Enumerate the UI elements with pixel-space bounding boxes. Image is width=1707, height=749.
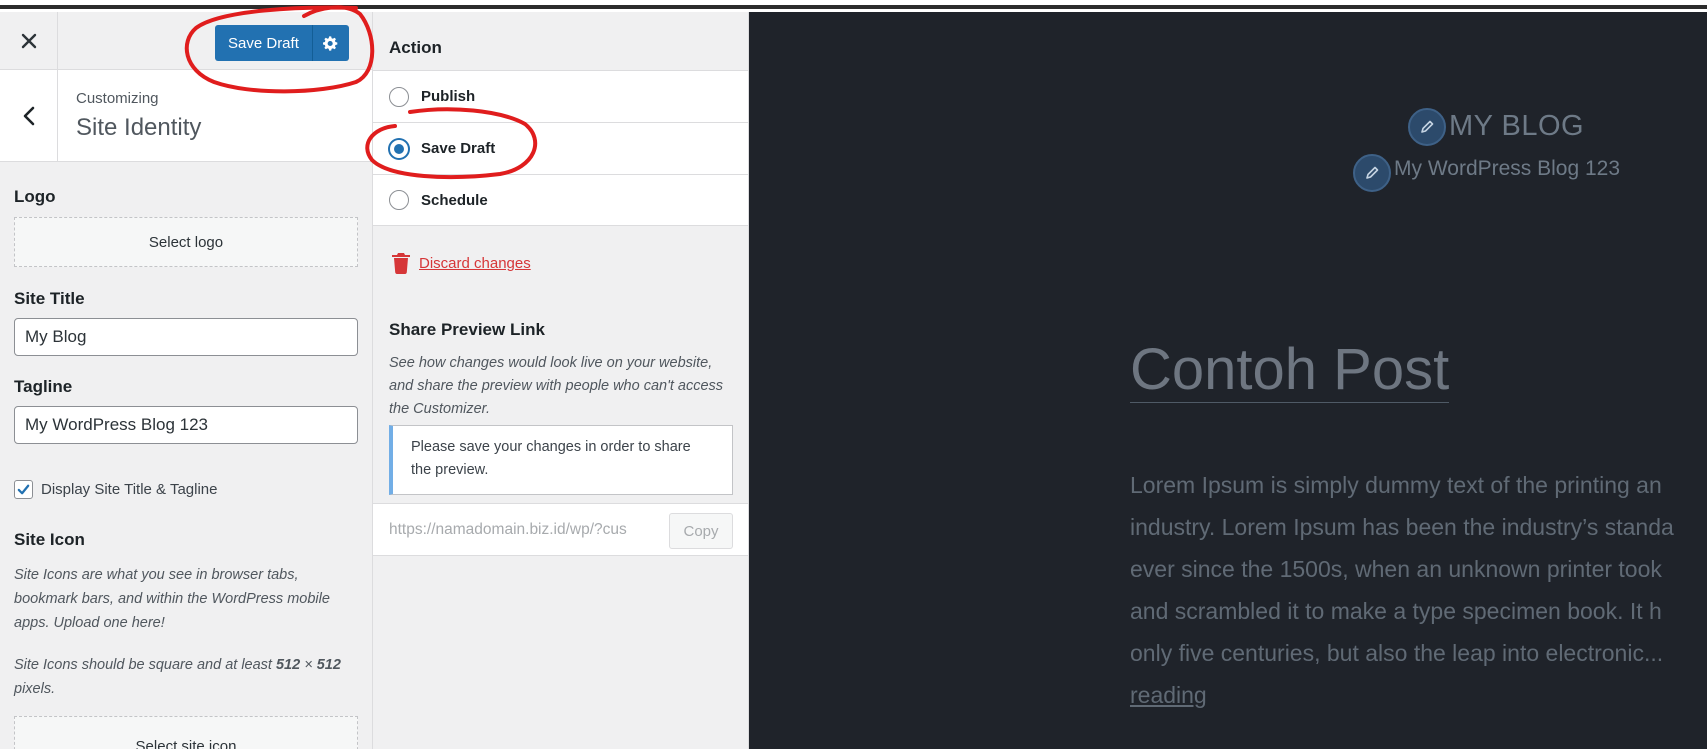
site-icon-description: Site Icons are what you see in browser t… <box>14 567 330 631</box>
preview-tagline: My WordPress Blog 123 <box>1394 157 1621 180</box>
copy-button[interactable]: Copy <box>669 513 733 549</box>
top-strip-line <box>0 5 1707 9</box>
publish-settings-panel: Action Publish Save Draft Schedule Disca… <box>373 12 749 749</box>
radio-schedule[interactable]: Schedule <box>373 174 748 226</box>
publish-settings-button[interactable] <box>311 25 349 61</box>
excerpt-line: industry. Lorem Ipsum has been the indus… <box>1130 514 1674 540</box>
tagline-label: Tagline <box>14 377 73 396</box>
radio-save-draft[interactable]: Save Draft <box>373 122 748 174</box>
radio-schedule-circle[interactable] <box>389 190 409 210</box>
customizer-sidebar: Save Draft Customizing Site Identity Log… <box>0 12 373 749</box>
site-title-label: Site Title <box>14 289 85 308</box>
preview-site-title[interactable]: MY BLOG <box>1449 110 1584 143</box>
section-title: Site Identity <box>76 114 202 141</box>
radio-publish-circle[interactable] <box>389 86 409 107</box>
preview-link-row: https://namadomain.biz.id/wp/?cus Copy <box>373 503 748 556</box>
action-label: Action <box>389 38 442 57</box>
edit-site-title-shortcut[interactable] <box>1408 108 1446 146</box>
chevron-left-icon <box>23 106 34 126</box>
continue-reading-link[interactable]: reading <box>1130 682 1207 708</box>
section-title-row: Customizing Site Identity <box>0 70 372 162</box>
preview-post-title[interactable]: Contoh Post <box>1130 338 1450 403</box>
display-title-tagline-label: Display Site Title & Tagline <box>41 481 218 498</box>
select-site-icon-button[interactable]: Select site icon <box>14 716 358 749</box>
excerpt-line: Lorem Ipsum is simply dummy text of the … <box>1130 472 1662 498</box>
close-button[interactable] <box>0 12 58 70</box>
customizer-header: Save Draft <box>0 12 372 70</box>
share-preview-description: See how changes would look live on your … <box>389 355 724 417</box>
share-preview-title: Share Preview Link <box>389 320 545 339</box>
excerpt-line: and scrambled it to make a type specimen… <box>1130 598 1662 624</box>
select-logo-button[interactable]: Select logo <box>14 217 358 267</box>
preview-post-excerpt: Lorem Ipsum is simply dummy text of the … <box>1130 464 1707 716</box>
back-button[interactable] <box>0 70 58 162</box>
pencil-icon <box>1421 120 1434 133</box>
edit-tagline-shortcut[interactable] <box>1353 154 1391 192</box>
discard-changes-link[interactable]: Discard changes <box>391 252 531 274</box>
site-preview: MY BLOG My WordPress Blog 123 Contoh Pos… <box>749 12 1707 749</box>
checkmark-icon <box>17 484 30 495</box>
radio-save-draft-circle[interactable] <box>389 138 409 159</box>
save-button-group: Save Draft <box>215 25 349 61</box>
gear-icon <box>323 35 338 51</box>
site-icon-label: Site Icon <box>14 530 85 549</box>
trash-icon <box>392 253 410 274</box>
excerpt-line: only five centuries, but also the leap i… <box>1130 640 1664 666</box>
site-title-input[interactable] <box>14 318 358 356</box>
close-icon <box>21 33 36 49</box>
save-draft-button[interactable]: Save Draft <box>215 25 312 61</box>
excerpt-line: ever since the 1500s, when an unknown pr… <box>1130 556 1662 582</box>
customizing-label: Customizing <box>76 90 159 107</box>
radio-publish[interactable]: Publish <box>373 70 748 122</box>
site-icon-size-note: Site Icons should be square and at least… <box>14 657 341 697</box>
pencil-icon <box>1366 166 1379 179</box>
display-title-tagline-checkbox[interactable] <box>14 480 33 499</box>
tagline-input[interactable] <box>14 406 358 444</box>
display-title-tagline-row: Display Site Title & Tagline <box>14 480 217 499</box>
save-notice: Please save your changes in order to sha… <box>389 425 733 495</box>
logo-label: Logo <box>14 187 56 206</box>
top-strip <box>0 0 1707 12</box>
preview-link-field[interactable]: https://namadomain.biz.id/wp/?cus <box>389 513 659 547</box>
